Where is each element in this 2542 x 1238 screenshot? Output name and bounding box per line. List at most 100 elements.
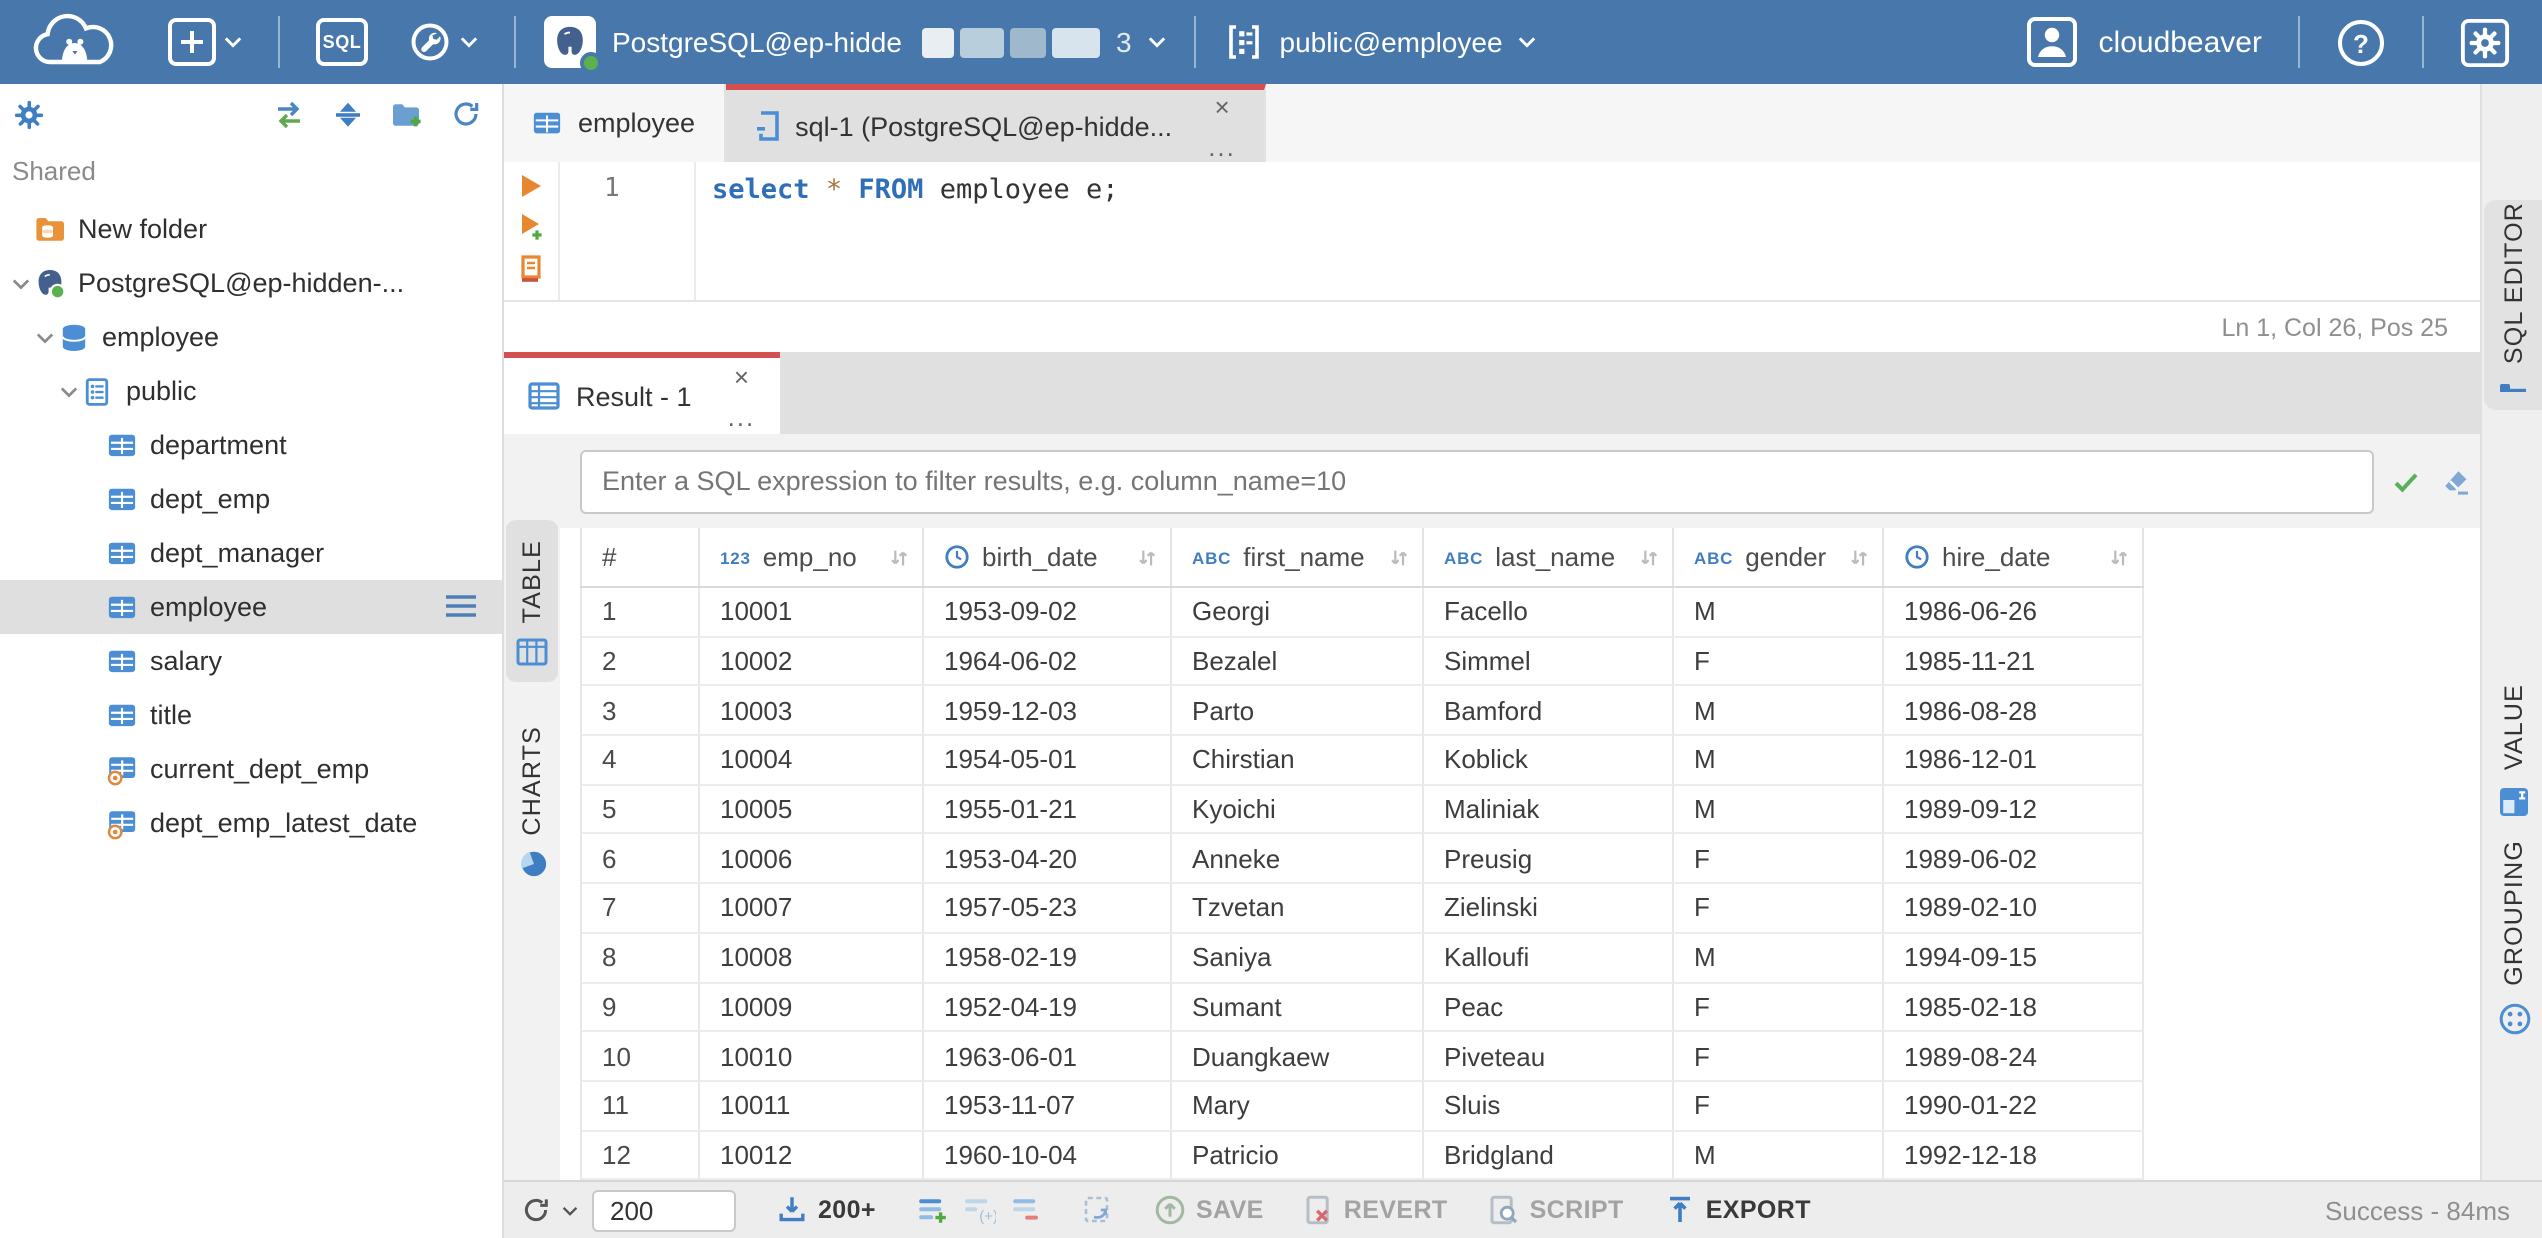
tab-value-panel[interactable]: VALUE [2484,684,2542,818]
delete-row-button[interactable] [1010,1194,1042,1226]
table-cell[interactable]: M [1674,785,1884,835]
table-cell[interactable]: 1985-11-21 [1884,637,2144,687]
execute-query-new-tab-button[interactable] [517,212,545,242]
revert-button[interactable]: REVERT [1304,1194,1448,1226]
script-button[interactable]: SCRIPT [1488,1194,1624,1226]
expand-chevron-icon[interactable] [32,331,56,343]
table-cell[interactable]: Kalloufi [1424,933,1674,983]
sort-icon[interactable] [1622,545,1660,569]
tab-menu-icon[interactable]: ... [728,404,756,430]
table-cell[interactable]: Parto [1172,686,1424,737]
table-cell[interactable]: Saniya [1172,933,1424,983]
apply-filter-icon[interactable] [2390,465,2422,497]
table-cell[interactable]: 1953-04-20 [924,834,1172,885]
table-cell[interactable]: M [1674,686,1884,737]
table-cell[interactable]: 1986-12-01 [1884,736,2144,786]
table-cell[interactable]: 1986-06-26 [1884,588,2144,638]
tree-item-department[interactable]: department [0,418,502,472]
new-folder-icon[interactable] [390,99,424,129]
execute-query-button[interactable] [518,172,544,200]
column-header-emp_no[interactable]: 123 emp_no [700,528,924,586]
row-number-cell[interactable]: 7 [580,884,700,934]
table-cell[interactable]: 1990-01-22 [1884,1081,2144,1132]
table-cell[interactable]: 1958-02-19 [924,933,1172,983]
execute-script-button[interactable] [517,254,545,284]
row-number-cell[interactable]: 8 [580,933,700,983]
cloudbeaver-logo-icon[interactable] [28,12,120,72]
table-cell[interactable]: M [1674,588,1884,638]
table-cell[interactable]: 1989-08-24 [1884,1032,2144,1082]
sort-icon[interactable] [2092,545,2130,569]
row-number-cell[interactable]: 1 [580,588,700,638]
settings-button[interactable] [2460,17,2510,67]
fetch-more-rows-button[interactable]: 200+ [776,1194,876,1226]
column-header-rownum[interactable]: # [580,528,700,586]
tree-item-current-dept-emp[interactable]: current_dept_emp [0,742,502,796]
tab-employee[interactable]: employee [504,84,726,162]
column-header-hire_date[interactable]: hire_date [1884,528,2144,586]
open-sql-editor-button[interactable]: SQL [316,18,368,66]
sort-icon[interactable] [1832,545,1870,569]
column-header-last_name[interactable]: ABC last_name [1424,528,1674,586]
table-cell[interactable]: F [1674,884,1884,934]
table-cell[interactable]: 10005 [700,785,924,835]
table-cell[interactable]: 10009 [700,983,924,1033]
table-cell[interactable]: 1959-12-03 [924,686,1172,737]
expand-chevron-icon[interactable] [56,385,80,397]
row-number-cell[interactable]: 9 [580,983,700,1033]
tree-item-salary[interactable]: salary [0,634,502,688]
table-cell[interactable]: F [1674,983,1884,1033]
table-cell[interactable]: Preusig [1424,834,1674,885]
table-cell[interactable]: 10012 [700,1131,924,1180]
code-area[interactable]: select * FROM employee e; [696,162,2480,300]
row-number-cell[interactable]: 2 [580,637,700,687]
filter-input[interactable] [582,466,2372,496]
tab-grouping-panel[interactable]: GROUPING [2484,840,2542,1036]
table-cell[interactable]: 10003 [700,686,924,737]
save-button[interactable]: SAVE [1154,1194,1264,1226]
row-number-cell[interactable]: 4 [580,736,700,786]
column-header-gender[interactable]: ABC gender [1674,528,1884,586]
tree-item-postgresql-ep-hidden-[interactable]: PostgreSQL@ep-hidden-... [0,256,502,310]
tab-sql-editor-panel[interactable]: SQL EDITOR [2484,200,2542,410]
table-cell[interactable]: F [1674,1081,1884,1132]
table-cell[interactable]: Patricio [1172,1131,1424,1180]
tree-item-public[interactable]: public [0,364,502,418]
table-cell[interactable]: Peac [1424,983,1674,1033]
table-cell[interactable]: Anneke [1172,834,1424,885]
row-number-cell[interactable]: 6 [580,834,700,885]
row-number-cell[interactable]: 12 [580,1131,700,1180]
table-cell[interactable]: Simmel [1424,637,1674,687]
table-cell[interactable]: 1957-05-23 [924,884,1172,934]
table-cell[interactable]: Tzvetan [1172,884,1424,934]
table-cell[interactable]: Kyoichi [1172,785,1424,835]
export-button[interactable]: EXPORT [1664,1194,1811,1226]
table-cell[interactable]: Maliniak [1424,785,1674,835]
generate-script-button[interactable] [1082,1194,1114,1226]
table-cell[interactable]: 1952-04-19 [924,983,1172,1033]
tab-result-1[interactable]: Result - 1 × ... [504,352,780,434]
tab-charts-view[interactable]: CHARTS [506,705,558,895]
help-button[interactable]: ? [2336,17,2386,67]
table-cell[interactable]: M [1674,736,1884,786]
driver-manager-button[interactable] [408,20,478,64]
tab-table-view[interactable]: TABLE [506,520,558,682]
tab-sql-1[interactable]: sql-1 (PostgreSQL@ep-hidde... × ... [725,84,1266,162]
row-number-cell[interactable]: 5 [580,785,700,835]
schema-selector[interactable]: public@employee [1224,22,1537,62]
table-cell[interactable]: 1989-09-12 [1884,785,2144,835]
refresh-tree-icon[interactable] [450,98,482,130]
table-cell[interactable]: 10001 [700,588,924,638]
table-cell[interactable]: M [1674,1131,1884,1180]
tree-item-dept-emp-latest-date[interactable]: dept_emp_latest_date [0,796,502,850]
table-cell[interactable]: Bridgland [1424,1131,1674,1180]
row-number-cell[interactable]: 11 [580,1081,700,1132]
table-cell[interactable]: M [1674,933,1884,983]
table-cell[interactable]: 1989-06-02 [1884,834,2144,885]
table-cell[interactable]: Koblick [1424,736,1674,786]
table-cell[interactable]: 10011 [700,1081,924,1132]
table-cell[interactable]: Chirstian [1172,736,1424,786]
tree-item-title[interactable]: title [0,688,502,742]
table-cell[interactable]: 1994-09-15 [1884,933,2144,983]
table-cell[interactable]: 10007 [700,884,924,934]
